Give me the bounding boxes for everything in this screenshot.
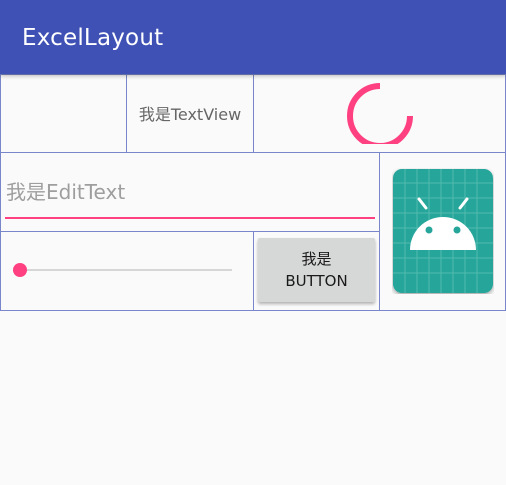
app-title: ExcelLayout xyxy=(22,25,164,51)
app-bar: ExcelLayout xyxy=(0,0,506,74)
seekbar-thumb[interactable] xyxy=(13,263,27,277)
button-label-line1: 我是 xyxy=(301,250,332,268)
button[interactable]: 我是 BUTTON xyxy=(258,238,375,302)
edit-text-underline xyxy=(5,217,375,219)
edit-text-field[interactable] xyxy=(6,176,374,208)
android-launcher-icon xyxy=(393,169,493,293)
button-label-line2: BUTTON xyxy=(285,272,348,290)
text-view: 我是TextView xyxy=(138,105,242,124)
progress-spinner-icon xyxy=(347,83,413,144)
seekbar-track[interactable] xyxy=(20,269,232,271)
